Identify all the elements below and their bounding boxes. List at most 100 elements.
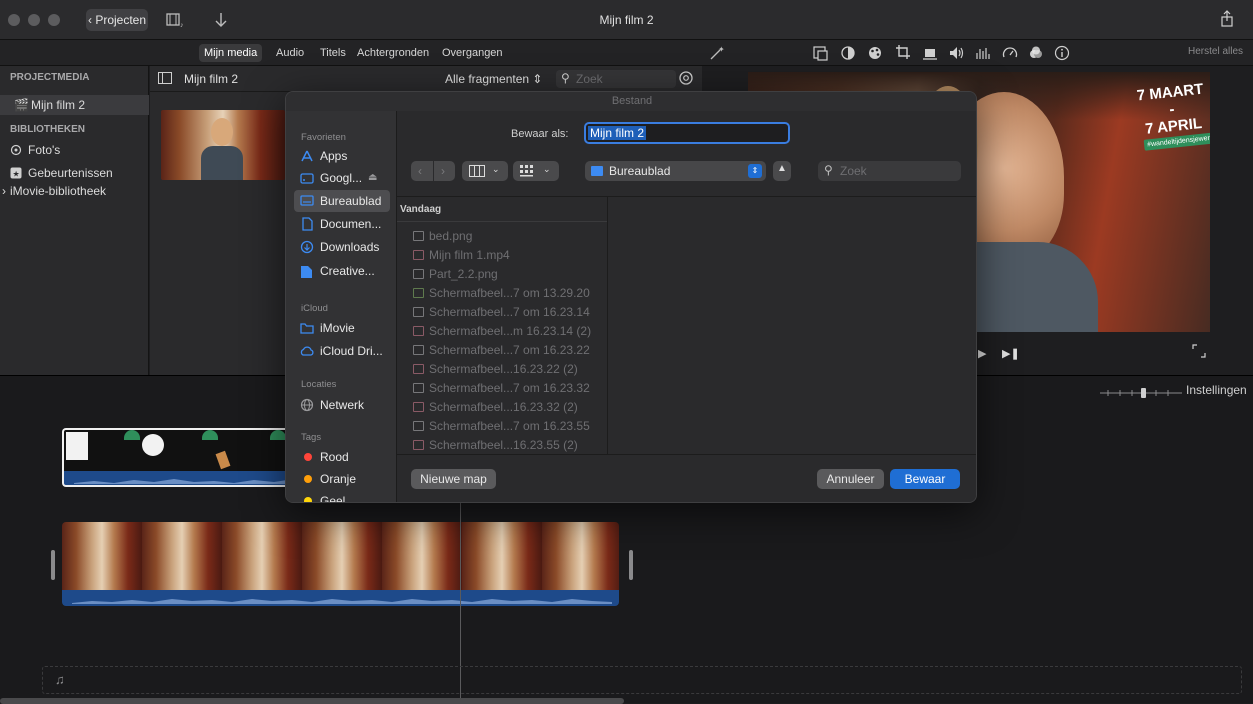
crop-icon[interactable]: [895, 44, 911, 60]
new-folder-button[interactable]: Nieuwe map: [411, 469, 496, 489]
filename-input[interactable]: Mijn film 2: [584, 122, 790, 144]
play-icon[interactable]: ▶: [978, 347, 986, 360]
clip-trim-handle-right[interactable]: [629, 550, 633, 580]
file-item[interactable]: Schermafbeel...16.23.22 (2): [411, 360, 578, 379]
dialog-search-field[interactable]: ⚲ Zoek: [818, 161, 961, 181]
divider: [397, 196, 976, 197]
file-item[interactable]: Schermafbeel...7 om 16.23.14: [411, 303, 590, 322]
speech-bubble-graphic: [142, 434, 164, 456]
file-item[interactable]: Schermafbeel...m 16.23.14 (2): [411, 322, 591, 341]
library-item-imovie[interactable]: › iMovie-bibliotheek: [0, 181, 149, 201]
eject-icon[interactable]: ⏏: [368, 167, 377, 189]
speed-icon[interactable]: [1002, 45, 1018, 61]
updown-chevron-icon: ⇕: [748, 164, 762, 178]
equalizer-icon[interactable]: [975, 45, 991, 61]
sidebar-item-documents[interactable]: Documen...: [294, 213, 390, 235]
crop-overlay-icon[interactable]: [812, 45, 828, 61]
tab-mijn-media[interactable]: Mijn media: [199, 44, 263, 62]
search-icon: ⚲: [561, 71, 570, 85]
search-icon: ⚲: [824, 163, 833, 177]
main-video-clip[interactable]: [62, 522, 619, 590]
zoom-slider[interactable]: [1100, 388, 1182, 398]
sidebar-item-label: Downloads: [320, 240, 380, 254]
main-clip-audio[interactable]: [62, 590, 619, 606]
file-name: Mijn film 1.mp4: [429, 248, 510, 262]
tab-overgangen[interactable]: Overgangen: [437, 44, 508, 62]
chevron-up-icon: ▲: [777, 163, 787, 174]
clip-filter-icon[interactable]: [1028, 45, 1044, 61]
sidebar-item-imovie[interactable]: iMovie: [294, 317, 390, 339]
sidebar-tag-yellow[interactable]: Geel: [294, 490, 390, 502]
timeline-scrollbar[interactable]: [0, 698, 624, 704]
library-item-photos[interactable]: Foto's: [0, 140, 149, 160]
file-item[interactable]: Schermafbeel...7 om 16.23.32: [411, 379, 590, 398]
magic-wand-icon[interactable]: ✦: [708, 45, 726, 61]
music-track-area[interactable]: ♫: [42, 666, 1242, 694]
file-item[interactable]: Part_2.2.png: [411, 265, 498, 284]
column-view-button[interactable]: ⌄: [462, 161, 508, 181]
divider: [397, 221, 607, 222]
sidebar-item-icloud-drive[interactable]: iCloud Dri...: [294, 340, 390, 362]
filename-value: Mijn film 2: [588, 126, 647, 140]
share-icon[interactable]: [1220, 10, 1234, 28]
expand-dialog-button[interactable]: ▲: [773, 161, 791, 181]
forward-arrow-icon[interactable]: ›: [441, 164, 445, 178]
browser-search-field[interactable]: ⚲ Zoek: [556, 70, 676, 88]
screenshot-file-icon: [413, 345, 424, 355]
sidebar-item-label: Bureaublad: [320, 194, 382, 208]
media-clip-thumbnail[interactable]: [161, 110, 285, 180]
file-item[interactable]: Schermafbeel...16.23.32 (2): [411, 398, 578, 417]
file-item[interactable]: Schermafbeel...7 om 13.29.20: [411, 284, 590, 303]
browser-tab-bar: Mijn media Audio Titels Achtergronden Ov…: [0, 40, 1253, 66]
download-icon: [300, 240, 314, 254]
color-correction-icon[interactable]: [867, 45, 883, 61]
info-icon[interactable]: [1054, 45, 1070, 61]
file-item[interactable]: Schermafbeel...7 om 16.23.55: [411, 417, 590, 436]
sidebar-item-downloads[interactable]: Downloads: [294, 236, 390, 258]
tab-achtergronden[interactable]: Achtergronden: [352, 44, 434, 62]
library-item-events[interactable]: ★ Gebeurtenissen: [0, 163, 149, 183]
timeline-settings-button[interactable]: Instellingen: [1186, 383, 1247, 397]
file-name: Part_2.2.png: [429, 267, 498, 281]
stabilization-icon[interactable]: [922, 45, 938, 61]
library-item-label: iMovie-bibliotheek: [10, 184, 107, 198]
tab-titels[interactable]: Titels: [315, 44, 351, 62]
clip-filter-select[interactable]: Alle fragmenten ⇕: [445, 72, 542, 86]
sidebar-item-label: Apps: [320, 149, 348, 163]
browser-header: Mijn film 2 Alle fragmenten ⇕ ⚲ Zoek: [150, 66, 702, 92]
file-item[interactable]: bed.png: [411, 227, 472, 246]
fullscreen-icon[interactable]: [1192, 344, 1206, 358]
sidebar-tag-orange[interactable]: Oranje: [294, 468, 390, 490]
skip-forward-icon[interactable]: ▶❚: [1002, 347, 1020, 360]
sidebar-item-google-drive[interactable]: Googl... ⏏: [294, 167, 390, 189]
person-head-shape: [211, 118, 233, 146]
cancel-button[interactable]: Annuleer: [817, 469, 884, 489]
clip-trim-handle-left[interactable]: [51, 550, 55, 580]
color-balance-icon[interactable]: [840, 45, 856, 61]
browser-settings-icon[interactable]: [678, 70, 694, 86]
tab-audio[interactable]: Audio: [271, 44, 309, 62]
sidebar-item-apps[interactable]: Apps: [294, 145, 390, 167]
volume-icon[interactable]: [948, 45, 966, 61]
sidebar-item-label: Netwerk: [320, 398, 365, 412]
group-view-button[interactable]: ⌄: [513, 161, 559, 181]
file-item[interactable]: Mijn film 1.mp4: [411, 246, 510, 265]
sidebar-item-label: iMovie: [320, 321, 355, 335]
disclosure-chevron-icon[interactable]: ›: [2, 181, 6, 201]
sidebar-item-desktop[interactable]: Bureaublad: [294, 190, 390, 212]
location-select[interactable]: Bureaublad ⇕: [585, 161, 766, 181]
sidebar-toggle-icon[interactable]: [158, 72, 172, 84]
back-arrow-icon[interactable]: ‹: [418, 164, 422, 178]
cloud-icon: [300, 344, 314, 358]
file-item[interactable]: Schermafbeel...16.23.55 (2): [411, 436, 578, 455]
project-item[interactable]: 🎬 Mijn film 2: [0, 95, 149, 115]
save-button[interactable]: Bewaar: [890, 469, 960, 489]
movie-file-icon: [413, 250, 424, 260]
dialog-sidebar: Favorieten Apps Googl... ⏏ Bureaublad Do…: [286, 111, 397, 502]
reset-all-button[interactable]: Herstel alles: [1188, 46, 1243, 57]
sidebar-tag-red[interactable]: Rood: [294, 446, 390, 468]
image-file-icon: [413, 231, 424, 241]
file-item[interactable]: Schermafbeel...7 om 16.23.22: [411, 341, 590, 360]
sidebar-item-network[interactable]: Netwerk: [294, 394, 390, 416]
sidebar-item-creative-cloud[interactable]: Creative...: [294, 260, 390, 282]
